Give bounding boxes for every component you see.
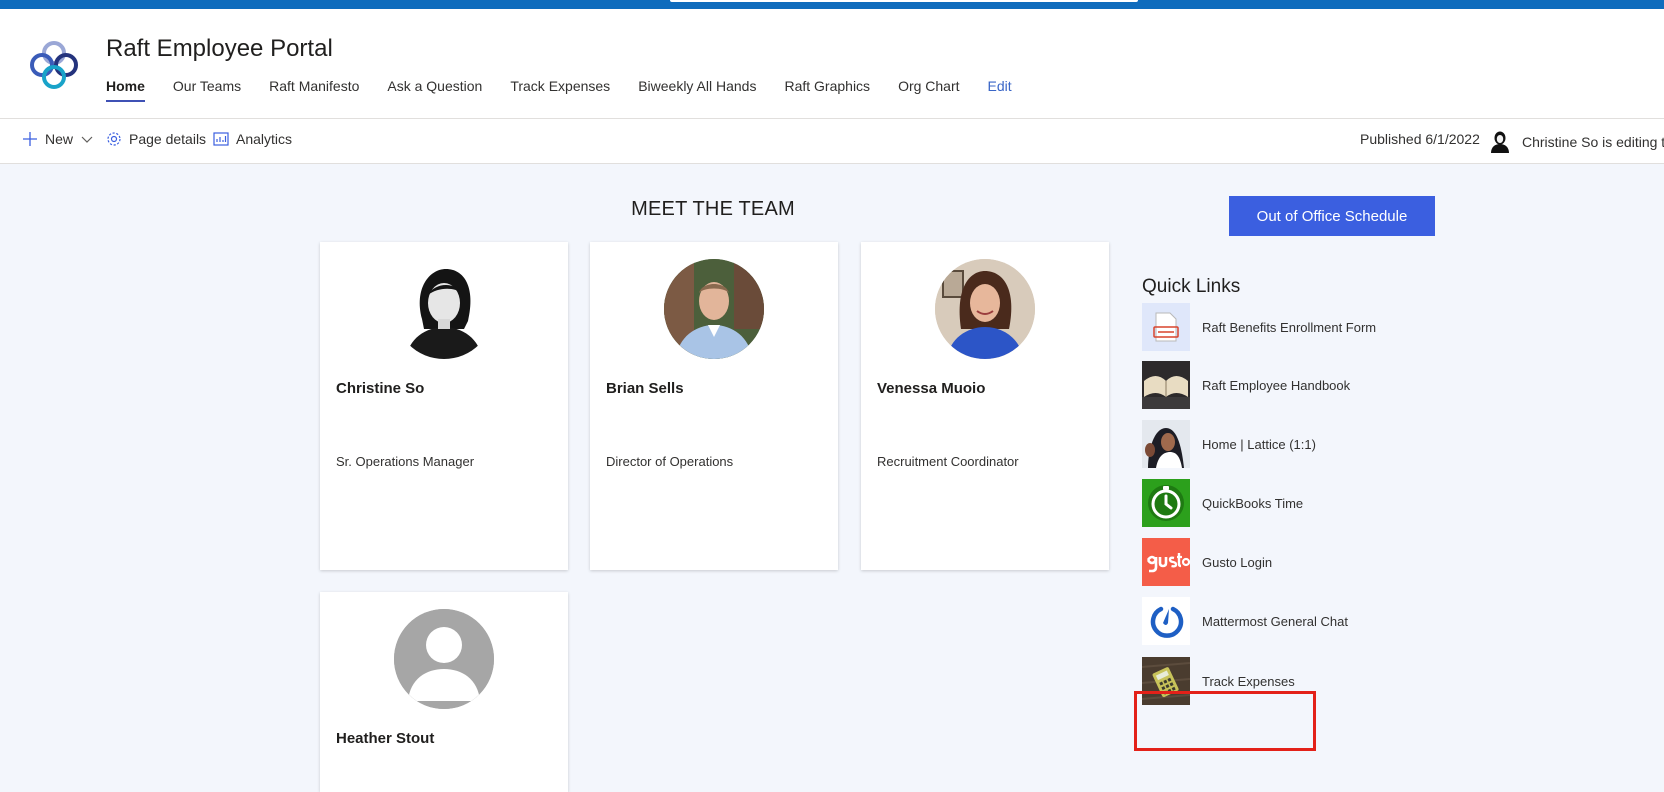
team-member-card[interactable]: Heather Stout [320, 592, 568, 792]
quick-link-label: Raft Employee Handbook [1202, 377, 1351, 393]
quick-link-lattice[interactable]: Home | Lattice (1:1) [1142, 419, 1432, 469]
published-label: Published 6/1/2022 [1360, 131, 1480, 147]
command-bar: New Page details Analytics Published 6/1… [0, 119, 1664, 164]
quick-link-gusto-login[interactable]: Gusto Login [1142, 537, 1432, 587]
editing-status: Christine So is editing t [1490, 131, 1664, 153]
nav-item-track-expenses[interactable]: Track Expenses [510, 73, 610, 105]
mattermost-logo [1142, 597, 1190, 645]
quick-link-label: Raft Benefits Enrollment Form [1202, 319, 1377, 335]
pdf-form-icon [1142, 303, 1190, 351]
lattice-thumbnail [1142, 420, 1190, 468]
gear-icon [107, 132, 121, 146]
new-button-label: New [45, 131, 74, 147]
quick-link-quickbooks-time[interactable]: QuickBooks Time [1142, 478, 1432, 528]
quick-link-label: Gusto Login [1202, 554, 1273, 570]
quick-link-benefits-enrollment[interactable]: Raft Benefits Enrollment Form [1142, 302, 1432, 352]
page-details-button[interactable]: Page details [106, 131, 206, 147]
nav-item-biweekly-all-hands[interactable]: Biweekly All Hands [638, 73, 756, 105]
member-role: Sr. Operations Manager [336, 454, 475, 469]
nav-item-home[interactable]: Home [106, 73, 145, 105]
avatar [935, 259, 1035, 359]
member-name: Brian Sells [606, 380, 684, 397]
analytics-button[interactable]: Analytics [213, 131, 292, 147]
quick-link-label: Mattermost General Chat [1202, 613, 1348, 629]
nav-item-our-teams[interactable]: Our Teams [173, 73, 241, 105]
book-thumbnail [1142, 361, 1190, 409]
calculator-thumbnail [1142, 657, 1190, 705]
analytics-label: Analytics [236, 131, 293, 147]
quick-link-label: QuickBooks Time [1202, 495, 1304, 511]
avatar [664, 259, 764, 359]
page-content: MEET THE TEAM Christine So Sr. Operation… [0, 164, 1664, 792]
meet-the-team-heading: MEET THE TEAM [631, 198, 795, 220]
site-navigation: Home Our Teams Raft Manifesto Ask a Ques… [106, 73, 1040, 107]
team-member-card[interactable]: Brian Sells Director of Operations [590, 242, 838, 570]
team-member-card[interactable]: Christine So Sr. Operations Manager [320, 242, 568, 570]
person-photo-icon [406, 269, 482, 359]
member-name: Venessa Muoio [877, 380, 986, 397]
suite-bar [0, 0, 1664, 9]
quick-link-label: Home | Lattice (1:1) [1202, 436, 1316, 452]
team-member-card[interactable]: Venessa Muoio Recruitment Coordinator [861, 242, 1109, 570]
avatar [394, 609, 494, 709]
quick-link-mattermost-general-chat[interactable]: Mattermost General Chat [1142, 596, 1432, 646]
member-name: Heather Stout [336, 730, 435, 747]
published-status: Published 6/1/2022 [1360, 131, 1480, 147]
quick-links-heading: Quick Links [1142, 276, 1241, 297]
nav-edit-link[interactable]: Edit [988, 73, 1012, 105]
site-title[interactable]: Raft Employee Portal [106, 35, 333, 63]
search-box-edge[interactable] [670, 0, 1138, 2]
out-of-office-schedule-button[interactable]: Out of Office Schedule [1229, 196, 1435, 236]
plus-icon [23, 132, 37, 146]
gusto-logo [1142, 538, 1190, 586]
quick-link-label: Track Expenses [1202, 673, 1295, 689]
nav-item-org-chart[interactable]: Org Chart [898, 73, 959, 105]
new-button[interactable]: New [22, 131, 93, 147]
avatar [394, 259, 494, 359]
member-role: Recruitment Coordinator [877, 454, 1019, 469]
nav-item-raft-manifesto[interactable]: Raft Manifesto [269, 73, 359, 105]
page-details-label: Page details [129, 131, 207, 147]
editor-avatar-icon [1491, 131, 1509, 153]
site-header: Raft Employee Portal Home Our Teams Raft… [0, 9, 1664, 119]
member-name: Christine So [336, 380, 425, 397]
nav-item-ask-a-question[interactable]: Ask a Question [387, 73, 482, 105]
person-photo-icon [664, 259, 764, 359]
nav-item-raft-graphics[interactable]: Raft Graphics [784, 73, 870, 105]
person-photo-icon [935, 259, 1035, 359]
editing-label: Christine So is editing t [1522, 134, 1664, 150]
chevron-down-icon[interactable] [81, 133, 93, 145]
default-person-icon [394, 609, 494, 709]
quick-link-track-expenses[interactable]: Track Expenses [1142, 656, 1432, 706]
quick-link-employee-handbook[interactable]: Raft Employee Handbook [1142, 360, 1432, 410]
analytics-icon [213, 132, 229, 146]
member-role: Director of Operations [606, 454, 734, 469]
clock-icon [1142, 479, 1190, 527]
raft-logo-icon[interactable] [26, 37, 82, 93]
